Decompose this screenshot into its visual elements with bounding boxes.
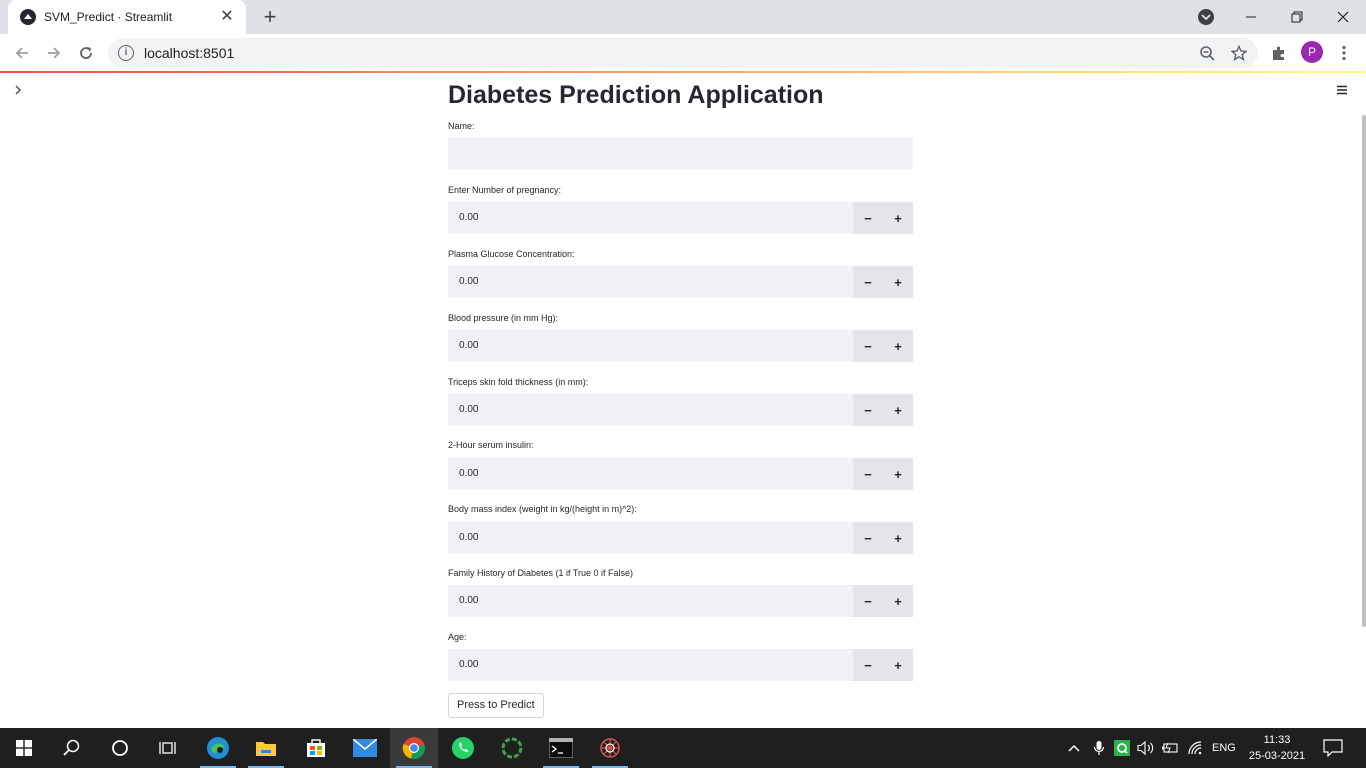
age-decrement-button[interactable]: −	[853, 649, 883, 681]
close-window-button[interactable]	[1320, 0, 1366, 34]
clock-time: 11:33	[1263, 734, 1291, 746]
file-explorer-icon[interactable]	[242, 728, 290, 768]
age-number-input: 0.00 − +	[448, 649, 913, 681]
edge-icon[interactable]	[194, 728, 242, 768]
name-label: Name:	[448, 121, 475, 131]
bmi-label: Body mass index (weight in kg/(height in…	[448, 504, 637, 514]
browser-menu-icon[interactable]	[1334, 43, 1354, 63]
wifi-icon[interactable]	[1187, 728, 1205, 768]
zoom-icon[interactable]	[1199, 45, 1215, 61]
back-button[interactable]	[10, 41, 34, 65]
pregnancy-label: Enter Number of pregnancy:	[448, 185, 562, 195]
system-clock[interactable]: 11:33 25-03-2021	[1244, 732, 1310, 764]
microphone-icon[interactable]	[1093, 728, 1105, 768]
task-view-icon[interactable]	[144, 728, 192, 768]
tab-title: SVM_Predict · Streamlit	[44, 10, 173, 24]
address-bar[interactable]: i localhost:8501	[108, 38, 1258, 68]
glucose-increment-button[interactable]: +	[883, 266, 913, 298]
blood-pressure-value[interactable]: 0.00	[448, 330, 853, 362]
age-increment-button[interactable]: +	[883, 649, 913, 681]
blood-pressure-decrement-button[interactable]: −	[853, 330, 883, 362]
extensions-icon[interactable]	[1269, 43, 1289, 63]
terminal-icon[interactable]	[537, 728, 585, 768]
mail-icon[interactable]	[341, 728, 389, 768]
streamlit-app: Diabetes Prediction Application Name: En…	[0, 73, 1366, 728]
age-value[interactable]: 0.00	[448, 649, 853, 681]
site-info-icon[interactable]: i	[118, 45, 134, 61]
insulin-increment-button[interactable]: +	[883, 458, 913, 490]
family-history-label: Family History of Diabetes (1 if True 0 …	[448, 568, 634, 578]
glucose-number-input: 0.00 − +	[448, 266, 913, 298]
skin-thickness-value[interactable]: 0.00	[448, 394, 853, 426]
bmi-number-input: 0.00 − +	[448, 522, 913, 554]
blood-pressure-number-input: 0.00 − +	[448, 330, 913, 362]
browser-tab-strip: SVM_Predict · Streamlit ✕ +	[0, 0, 1366, 34]
spider-app-icon[interactable]	[586, 728, 634, 768]
pregnancy-decrement-button[interactable]: −	[853, 202, 883, 234]
address-url: localhost:8501	[144, 45, 235, 61]
new-tab-button[interactable]: +	[258, 5, 282, 29]
store-icon[interactable]	[292, 728, 340, 768]
restore-window-button[interactable]	[1274, 0, 1320, 34]
bookmark-star-icon[interactable]	[1230, 44, 1248, 61]
streamlit-favicon-icon	[20, 9, 36, 25]
app-ring-icon[interactable]	[488, 728, 536, 768]
glucose-label: Plasma Glucose Concentration:	[448, 249, 575, 259]
whatsapp-icon[interactable]	[439, 728, 487, 768]
skin-thickness-label: Triceps skin fold thickness (in mm):	[448, 377, 589, 387]
reload-button[interactable]	[74, 41, 98, 65]
skin-thickness-number-input: 0.00 − +	[448, 394, 913, 426]
insulin-number-input: 0.00 − +	[448, 458, 913, 490]
bmi-increment-button[interactable]: +	[883, 522, 913, 554]
glucose-decrement-button[interactable]: −	[853, 266, 883, 298]
q-app-tray-icon[interactable]	[1114, 728, 1130, 768]
family-history-increment-button[interactable]: +	[883, 585, 913, 617]
blood-pressure-increment-button[interactable]: +	[883, 330, 913, 362]
profile-avatar[interactable]: P	[1301, 41, 1323, 63]
pregnancy-value[interactable]: 0.00	[448, 202, 853, 234]
windows-taskbar: ENG 11:33 25-03-2021	[0, 728, 1366, 768]
family-history-decrement-button[interactable]: −	[853, 585, 883, 617]
glucose-value[interactable]: 0.00	[448, 266, 853, 298]
blood-pressure-label: Blood pressure (in mm Hg):	[448, 313, 559, 323]
skin-thickness-increment-button[interactable]: +	[883, 394, 913, 426]
forward-button[interactable]	[42, 41, 66, 65]
show-hidden-icons-chevron-icon[interactable]	[1067, 728, 1081, 768]
chrome-icon[interactable]	[390, 728, 438, 768]
family-history-number-input: 0.00 − +	[448, 585, 913, 617]
insulin-label: 2-Hour serum insulin:	[448, 440, 534, 450]
family-history-value[interactable]: 0.00	[448, 585, 853, 617]
pregnancy-number-input: 0.00 − +	[448, 202, 913, 234]
insulin-decrement-button[interactable]: −	[853, 458, 883, 490]
sidebar-expand-chevron-icon[interactable]	[10, 82, 26, 98]
search-icon[interactable]	[48, 728, 96, 768]
age-label: Age:	[448, 632, 467, 642]
bmi-decrement-button[interactable]: −	[853, 522, 883, 554]
close-tab-icon[interactable]: ✕	[218, 8, 236, 26]
pregnancy-increment-button[interactable]: +	[883, 202, 913, 234]
browser-toolbar: i localhost:8501 P	[0, 34, 1366, 72]
predict-button[interactable]: Press to Predict	[448, 693, 544, 718]
page-title: Diabetes Prediction Application	[448, 81, 824, 109]
tab-search-button[interactable]	[1196, 7, 1216, 27]
minimize-window-button[interactable]	[1228, 0, 1274, 34]
bmi-value[interactable]: 0.00	[448, 522, 853, 554]
clock-date: 25-03-2021	[1248, 750, 1306, 762]
language-indicator[interactable]: ENG	[1212, 728, 1236, 768]
page-scrollbar[interactable]	[1362, 115, 1366, 627]
battery-icon[interactable]	[1161, 728, 1179, 768]
name-input[interactable]	[448, 138, 913, 170]
notification-center-icon[interactable]	[1323, 728, 1343, 768]
start-icon[interactable]	[0, 728, 48, 768]
cortana-icon[interactable]	[96, 728, 144, 768]
volume-icon[interactable]	[1137, 728, 1155, 768]
skin-thickness-decrement-button[interactable]: −	[853, 394, 883, 426]
hamburger-menu-icon[interactable]	[1334, 83, 1350, 97]
browser-tab[interactable]: SVM_Predict · Streamlit ✕	[8, 0, 246, 34]
insulin-value[interactable]: 0.00	[448, 458, 853, 490]
